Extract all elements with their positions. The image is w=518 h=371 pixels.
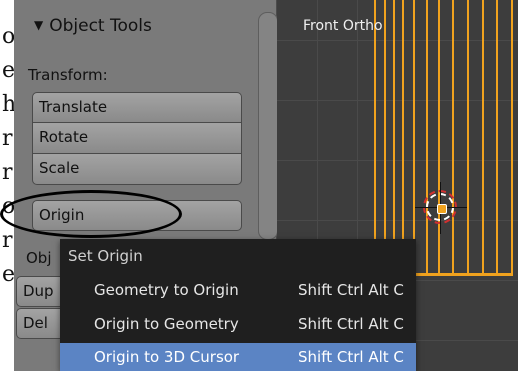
scale-button[interactable]: Scale <box>32 154 242 185</box>
selected-mesh[interactable] <box>374 0 513 275</box>
menu-item-geometry-to-origin[interactable]: Geometry to Origin Shift Ctrl Alt C <box>60 276 416 304</box>
menu-title: Set Origin <box>68 247 143 265</box>
transform-label: Transform: <box>28 66 108 84</box>
menu-item-origin-to-3d-cursor[interactable]: Origin to 3D Cursor Shift Ctrl Alt C <box>60 343 416 371</box>
viewport-view-label: Front Ortho <box>303 18 383 34</box>
object-section-label: Obj <box>26 249 52 267</box>
annotation-ellipse <box>0 190 182 238</box>
doc-letter: r <box>2 160 13 185</box>
menu-item-shortcut: Shift Ctrl Alt C <box>298 281 404 299</box>
menu-item-shortcut: Shift Ctrl Alt C <box>298 315 404 333</box>
doc-letter: r <box>2 126 13 151</box>
menu-item-label: Origin to Geometry <box>94 315 239 333</box>
menu-item-origin-to-geometry[interactable]: Origin to Geometry Shift Ctrl Alt C <box>60 310 416 338</box>
panel-scrollbar[interactable] <box>258 12 278 240</box>
rotate-button[interactable]: Rotate <box>32 123 242 154</box>
panel-title: Object Tools <box>49 16 152 36</box>
collapse-triangle-icon[interactable]: ▼ <box>34 18 43 32</box>
menu-item-label: Origin to 3D Cursor <box>94 348 240 366</box>
object-origin-icon <box>437 204 447 214</box>
menu-item-shortcut: Shift Ctrl Alt C <box>298 348 404 366</box>
doc-letter: r <box>2 228 13 253</box>
panel-header[interactable]: ▼ Object Tools <box>34 16 152 36</box>
translate-button[interactable]: Translate <box>32 92 242 123</box>
set-origin-menu: Set Origin Geometry to Origin Shift Ctrl… <box>60 239 416 371</box>
menu-item-label: Geometry to Origin <box>94 281 239 299</box>
